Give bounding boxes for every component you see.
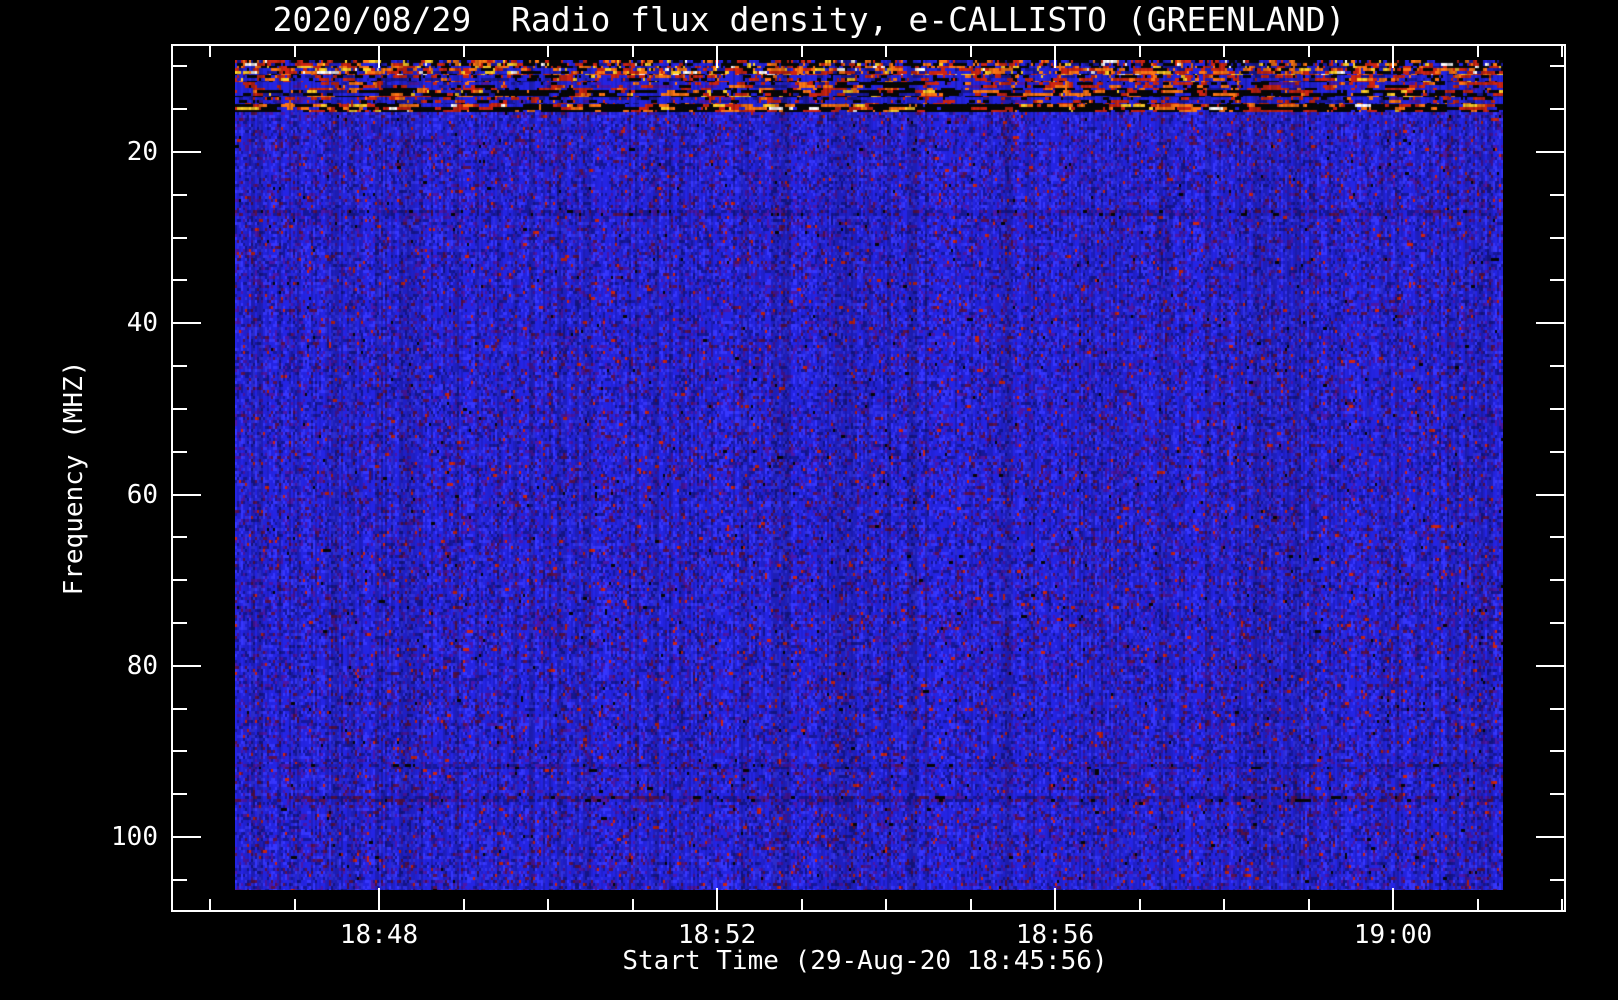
y-major-tick — [173, 151, 201, 153]
y-minor-tick — [173, 365, 187, 367]
x-minor-tick-top — [970, 46, 972, 57]
x-minor-tick — [463, 899, 465, 910]
x-minor-tick — [209, 899, 211, 910]
y-minor-tick — [173, 237, 187, 239]
y-major-tick — [173, 322, 201, 324]
x-minor-tick — [970, 899, 972, 910]
y-major-tick-right — [1536, 494, 1564, 496]
chart-title: 2020/08/29 Radio flux density, e-CALLIST… — [272, 0, 1346, 39]
y-minor-tick-right — [1550, 793, 1564, 795]
y-tick-label: 20 — [126, 137, 158, 167]
y-major-tick-right — [1536, 836, 1564, 838]
x-minor-tick-top — [885, 46, 887, 57]
x-minor-tick — [801, 899, 803, 910]
x-tick-label: 19:00 — [1353, 920, 1433, 950]
y-minor-tick — [173, 451, 187, 453]
x-major-tick-top — [716, 46, 718, 68]
y-minor-tick-right — [1550, 622, 1564, 624]
x-tick-label: 18:56 — [1015, 920, 1095, 950]
y-minor-tick — [173, 108, 187, 110]
x-major-tick — [378, 888, 380, 910]
x-minor-tick-top — [547, 46, 549, 57]
x-minor-tick — [632, 899, 634, 910]
y-minor-tick — [173, 65, 187, 67]
y-major-tick-right — [1536, 665, 1564, 667]
y-minor-tick — [173, 879, 187, 881]
y-minor-tick — [173, 793, 187, 795]
x-minor-tick — [1561, 899, 1563, 910]
y-axis-label: Frequency (MHZ) — [59, 360, 89, 596]
y-minor-tick — [173, 750, 187, 752]
x-minor-tick-top — [1477, 46, 1479, 57]
spectrogram-image — [235, 60, 1503, 890]
x-major-tick-top — [1054, 46, 1056, 68]
y-major-tick — [173, 665, 201, 667]
x-minor-tick — [1223, 899, 1225, 910]
y-minor-tick — [173, 622, 187, 624]
y-minor-tick-right — [1550, 451, 1564, 453]
y-minor-tick-right — [1550, 536, 1564, 538]
y-minor-tick-right — [1550, 879, 1564, 881]
y-minor-tick — [173, 408, 187, 410]
x-minor-tick-top — [1139, 46, 1141, 57]
y-minor-tick-right — [1550, 365, 1564, 367]
y-minor-tick-right — [1550, 108, 1564, 110]
x-minor-tick-top — [1223, 46, 1225, 57]
y-minor-tick-right — [1550, 279, 1564, 281]
y-tick-label: 80 — [126, 651, 158, 681]
y-minor-tick — [173, 194, 187, 196]
y-major-tick-right — [1536, 322, 1564, 324]
y-minor-tick-right — [1550, 237, 1564, 239]
y-major-tick — [173, 836, 201, 838]
y-tick-label: 100 — [111, 822, 158, 852]
y-minor-tick — [173, 708, 187, 710]
x-major-tick — [716, 888, 718, 910]
x-minor-tick — [1477, 899, 1479, 910]
x-minor-tick-top — [632, 46, 634, 57]
x-tick-label: 18:52 — [677, 920, 757, 950]
y-minor-tick — [173, 536, 187, 538]
x-minor-tick-top — [1561, 46, 1563, 57]
y-major-tick-right — [1536, 151, 1564, 153]
x-major-tick — [1392, 888, 1394, 910]
x-minor-tick-top — [294, 46, 296, 57]
y-minor-tick-right — [1550, 579, 1564, 581]
x-major-tick-top — [378, 46, 380, 68]
y-minor-tick-right — [1550, 65, 1564, 67]
y-minor-tick — [173, 579, 187, 581]
y-minor-tick-right — [1550, 750, 1564, 752]
y-minor-tick-right — [1550, 408, 1564, 410]
x-minor-tick — [885, 899, 887, 910]
x-major-tick — [1054, 888, 1056, 910]
x-minor-tick-top — [801, 46, 803, 57]
x-minor-tick-top — [1308, 46, 1310, 57]
x-major-tick-top — [1392, 46, 1394, 68]
y-major-tick — [173, 494, 201, 496]
x-minor-tick — [547, 899, 549, 910]
x-minor-tick — [1308, 899, 1310, 910]
y-minor-tick — [173, 279, 187, 281]
x-minor-tick-top — [463, 46, 465, 57]
x-axis-label: Start Time (29-Aug-20 18:45:56) — [622, 946, 1108, 976]
y-minor-tick-right — [1550, 194, 1564, 196]
x-minor-tick — [1139, 899, 1141, 910]
spectrogram-page: 2020/08/29 Radio flux density, e-CALLIST… — [0, 0, 1618, 1000]
y-minor-tick-right — [1550, 708, 1564, 710]
x-tick-label: 18:48 — [339, 920, 419, 950]
x-minor-tick-top — [209, 46, 211, 57]
x-minor-tick — [294, 899, 296, 910]
